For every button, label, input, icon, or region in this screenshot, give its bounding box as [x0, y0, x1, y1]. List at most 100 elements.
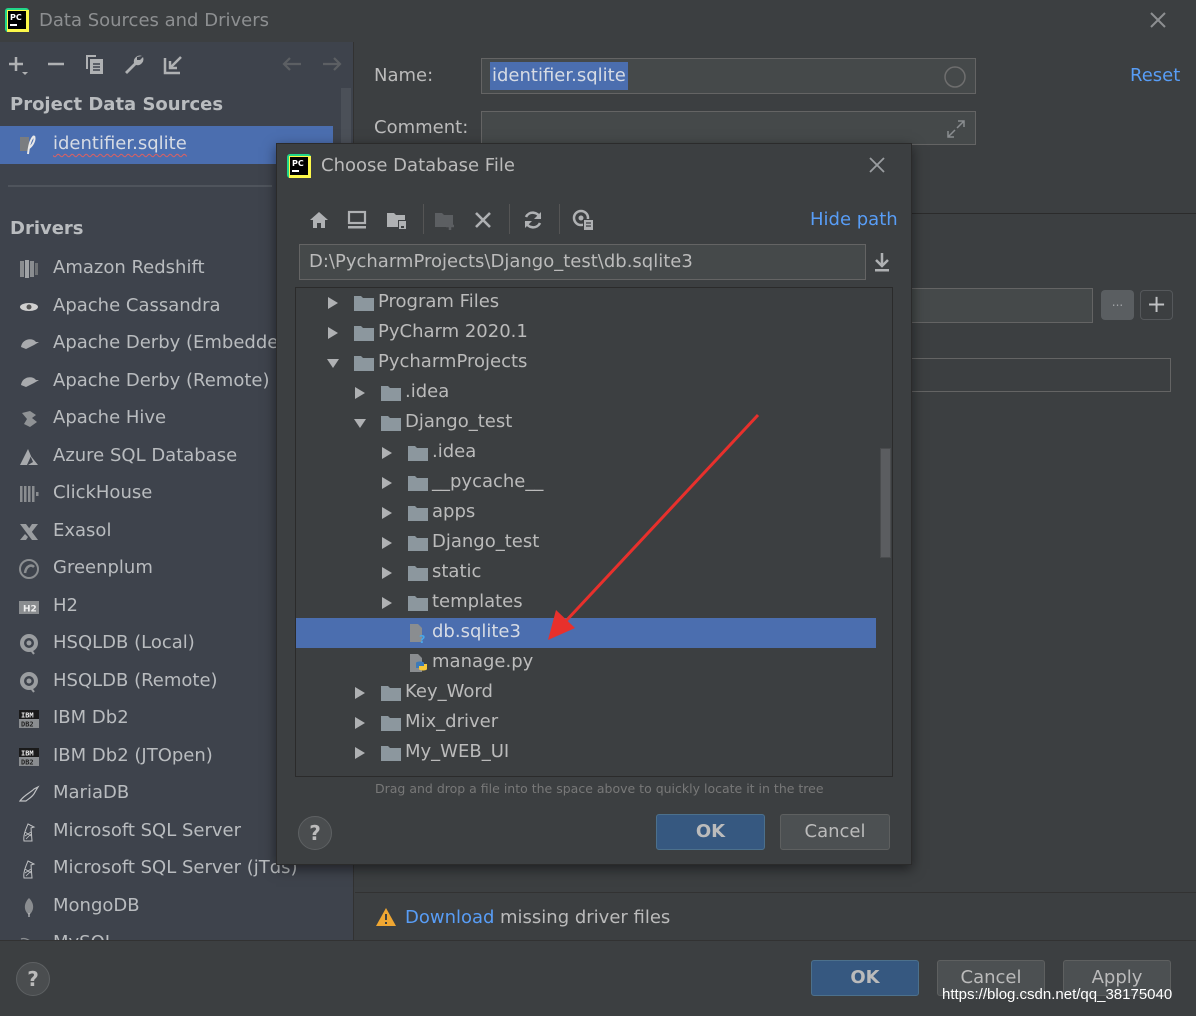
chevron-right-icon[interactable] — [353, 386, 367, 400]
tree-folder-row[interactable]: Program Files — [296, 288, 876, 318]
tree-folder-row[interactable]: apps — [296, 498, 876, 528]
svg-text:PC: PC — [292, 159, 304, 168]
chevron-right-icon[interactable] — [353, 686, 367, 700]
chevron-right-icon[interactable] — [380, 506, 394, 520]
dialog-help-button[interactable]: ? — [298, 816, 332, 850]
chevron-down-icon[interactable] — [353, 416, 367, 430]
ok-button[interactable]: OK — [811, 960, 919, 996]
tree-folder-row[interactable]: .idea — [296, 378, 876, 408]
svg-text:H2: H2 — [23, 604, 37, 614]
close-icon[interactable] — [1147, 9, 1169, 31]
tree-folder-row[interactable]: PycharmProjects — [296, 348, 876, 378]
tree-folder-row[interactable]: Key_Word — [296, 678, 876, 708]
refresh-icon[interactable] — [521, 208, 545, 232]
tree-file-row[interactable]: ? db.sqlite3 — [296, 618, 876, 648]
chevron-right-icon[interactable] — [380, 596, 394, 610]
section-divider — [8, 185, 272, 187]
tree-file-row[interactable]: manage.py — [296, 648, 876, 678]
expand-icon[interactable] — [945, 118, 967, 140]
driver-item[interactable]: MySQL — [0, 926, 353, 940]
chevron-right-icon[interactable] — [326, 326, 340, 340]
driver-label: Azure SQL Database — [53, 444, 238, 466]
help-button[interactable]: ? — [16, 962, 50, 996]
folder-icon — [408, 476, 428, 491]
chevron-right-icon[interactable] — [380, 446, 394, 460]
chevron-right-icon[interactable] — [353, 716, 367, 730]
hide-path-link[interactable]: Hide path — [810, 209, 898, 230]
tree-folder-row[interactable]: Django_test — [296, 408, 876, 438]
pycharm-logo-icon: PC — [5, 8, 29, 32]
watermark-text: https://blog.csdn.net/qq_38175040 — [942, 986, 1173, 1003]
new-folder-icon[interactable] — [433, 208, 457, 232]
clickhouse-bars-icon — [18, 483, 40, 505]
driver-label: Apache Derby (Remote) — [53, 369, 270, 391]
tree-item-name: PyCharm 2020.1 — [378, 321, 528, 342]
driver-item[interactable]: MongoDB — [0, 889, 353, 925]
back-arrow-icon[interactable] — [280, 52, 304, 76]
svg-text:?: ? — [419, 633, 425, 643]
tree-folder-row[interactable]: PyCharm 2020.1 — [296, 318, 876, 348]
hive-bee-icon — [18, 408, 40, 430]
tree-folder-row[interactable]: static — [296, 558, 876, 588]
tree-folder-row[interactable]: .idea — [296, 438, 876, 468]
driver-label: IBM Db2 (JTOpen) — [53, 744, 213, 766]
python-file-icon — [410, 654, 427, 672]
add-icon[interactable] — [6, 52, 30, 76]
exasol-x-icon — [18, 521, 40, 543]
desktop-icon[interactable] — [345, 208, 369, 232]
chevron-down-icon[interactable] — [326, 356, 340, 370]
wrench-icon[interactable] — [122, 52, 146, 76]
driver-label: MongoDB — [53, 894, 140, 916]
import-icon[interactable] — [161, 52, 185, 76]
driver-label: MySQL — [53, 932, 115, 940]
window-title: Data Sources and Drivers — [39, 10, 269, 31]
add-file-button[interactable]: + — [1140, 290, 1173, 320]
show-hidden-icon[interactable] — [571, 208, 595, 232]
file-tree[interactable]: Program Files PyCharm 2020.1 PycharmProjec… — [295, 287, 893, 777]
driver-label: Amazon Redshift — [53, 257, 205, 278]
tree-item-name: Mix_driver — [405, 711, 499, 732]
chevron-right-icon[interactable] — [380, 566, 394, 580]
dialog-ok-button[interactable]: OK — [656, 814, 765, 850]
tree-item-name: __pycache__ — [432, 471, 544, 492]
reset-link[interactable]: Reset — [1130, 65, 1180, 86]
chevron-right-icon[interactable] — [326, 296, 340, 310]
download-icon[interactable] — [871, 250, 893, 274]
data-source-label: identifier.sqlite — [53, 133, 187, 154]
browse-button[interactable]: ... — [1101, 290, 1134, 320]
close-icon[interactable] — [867, 155, 887, 175]
home-icon[interactable] — [307, 208, 331, 232]
color-circle-icon[interactable] — [943, 65, 967, 89]
download-link[interactable]: Download — [405, 907, 494, 928]
comment-input[interactable] — [481, 111, 976, 145]
tree-folder-row[interactable]: Django_test — [296, 528, 876, 558]
duplicate-icon[interactable] — [83, 52, 107, 76]
tree-scrollbar[interactable] — [880, 448, 891, 558]
ibm-db2-icon: IBM DB2 — [18, 746, 40, 768]
forward-arrow-icon[interactable] — [320, 52, 344, 76]
mongodb-leaf-icon — [18, 896, 40, 918]
tree-item-name: Program Files — [378, 291, 500, 312]
mariadb-seal-icon — [18, 783, 40, 805]
project-folder-icon[interactable] — [385, 208, 409, 232]
chevron-right-icon[interactable] — [353, 746, 367, 760]
tree-folder-row[interactable]: __pycache__ — [296, 468, 876, 498]
tree-folder-row[interactable]: My_WEB_UI — [296, 738, 876, 768]
remove-icon[interactable] — [44, 52, 68, 76]
tree-item-name: Key_Word — [405, 681, 493, 702]
name-input[interactable]: identifier.sqlite — [481, 58, 976, 94]
pycharm-logo-icon: PC — [287, 154, 311, 178]
window-titlebar: PC Data Sources and Drivers — [0, 0, 1196, 42]
driver-label: ClickHouse — [53, 482, 153, 503]
chevron-right-icon[interactable] — [380, 536, 394, 550]
warning-bar: Download missing driver files — [355, 892, 1196, 940]
dialog-cancel-button[interactable]: Cancel — [780, 814, 890, 850]
chevron-right-icon[interactable] — [380, 476, 394, 490]
delete-icon[interactable] — [471, 208, 495, 232]
tree-item-name: My_WEB_UI — [405, 741, 510, 762]
tree-folder-row[interactable]: templates — [296, 588, 876, 618]
tree-folder-row[interactable]: Mix_driver — [296, 708, 876, 738]
svg-text:IBM: IBM — [21, 712, 34, 720]
ibm-db2-icon: IBM DB2 — [18, 708, 40, 730]
path-input[interactable]: D:\PycharmProjects\Django_test\db.sqlite… — [299, 244, 866, 280]
